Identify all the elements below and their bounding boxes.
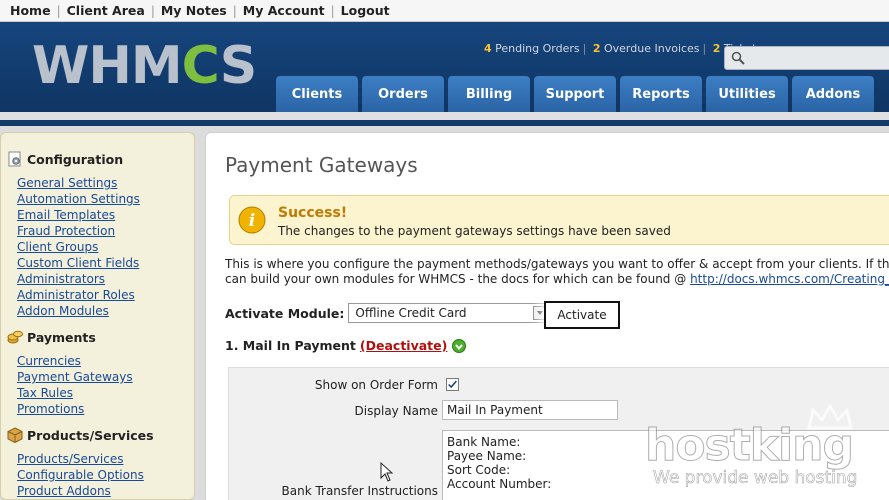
display-name-label: Display Name (354, 404, 438, 418)
activate-button[interactable]: Activate (544, 301, 620, 329)
top-link-bar: Home | Client Area | My Notes | My Account |… (0, 0, 889, 22)
whmcs-logo[interactable]: WHMCS (32, 40, 257, 92)
tab-utilities[interactable]: Utilities (706, 76, 788, 112)
separator: | (56, 3, 61, 18)
search-input[interactable] (724, 46, 889, 70)
success-message: i Success! The changes to the payment ga… (229, 195, 889, 245)
header-stats: 4 Pending Orders | 2 Overdue Invoices | 2 … (484, 42, 756, 55)
mouse-cursor-icon (380, 462, 394, 482)
docs-link[interactable]: http://docs.whmcs.com/Creating_Modules (690, 272, 889, 286)
info-icon: i (238, 206, 266, 234)
module-heading: 1. Mail In Payment (Deactivate) (225, 338, 467, 353)
display-name-field[interactable]: Mail In Payment (442, 400, 618, 420)
module-select-value: Offline Credit Card (355, 306, 467, 320)
tab-clients[interactable]: Clients (276, 76, 358, 112)
sidebar-item-configurable-options[interactable]: Configurable Options (17, 467, 194, 483)
header-strip (0, 112, 889, 120)
sidebar-item-client-groups[interactable]: Client Groups (17, 239, 194, 255)
separator: | (330, 3, 335, 18)
tab-orders[interactable]: Orders (362, 76, 444, 112)
sidebar-item-products-services[interactable]: Products/Services (17, 451, 194, 467)
sidebar-heading: Configuration (7, 151, 194, 167)
top-link-home[interactable]: Home (10, 3, 51, 18)
sidebar-group-configuration: Configuration General Settings Automatio… (7, 151, 194, 319)
sidebar-item-addon-modules[interactable]: Addon Modules (17, 303, 194, 319)
success-text: The changes to the payment gateways sett… (278, 224, 671, 238)
sidebar-group-products: Products/Services Products/Services Conf… (7, 427, 194, 499)
sidebar: Configuration General Settings Automatio… (0, 132, 195, 500)
separator: | (150, 3, 155, 18)
watermark-tagline: We provide web hosting (653, 468, 858, 489)
watermark-brand: hostking (645, 420, 855, 472)
intro-line: This is where you configure the payment … (225, 257, 889, 271)
deactivate-link[interactable]: (Deactivate) (360, 338, 447, 353)
search-icon (731, 51, 745, 65)
logo-tail: S (219, 36, 257, 96)
arrow-down-icon[interactable] (452, 338, 467, 353)
main-nav: Clients Orders Billing Support Reports U… (276, 76, 874, 112)
intro-line: can build your own modules for WHMCS - t… (225, 272, 889, 287)
sidebar-group-payments: Payments Currencies Payment Gateways Tax… (7, 329, 194, 417)
sidebar-item-general-settings[interactable]: General Settings (17, 175, 194, 191)
svg-text:i: i (249, 211, 255, 231)
module-select[interactable]: Offline Credit Card (348, 303, 551, 323)
checkmark-icon (448, 380, 457, 389)
activate-module-label: Activate Module: (225, 305, 345, 321)
sidebar-item-administrator-roles[interactable]: Administrator Roles (17, 287, 194, 303)
sidebar-item-fraud-protection[interactable]: Fraud Protection (17, 223, 194, 239)
logo-cog: C (181, 36, 221, 96)
stat-pending-orders[interactable]: 4 Pending Orders (484, 42, 580, 55)
divider (0, 120, 889, 126)
sidebar-item-product-addons[interactable]: Product Addons (17, 483, 194, 499)
sidebar-item-email-templates[interactable]: Email Templates (17, 207, 194, 223)
box-icon (7, 427, 23, 443)
tab-support[interactable]: Support (534, 76, 616, 112)
logo-text: WHM (32, 36, 183, 96)
top-link-logout[interactable]: Logout (341, 3, 390, 18)
tab-reports[interactable]: Reports (620, 76, 702, 112)
tab-addons[interactable]: Addons (792, 76, 874, 112)
tab-billing[interactable]: Billing (448, 76, 530, 112)
gear-page-icon (8, 151, 21, 167)
separator: | (232, 3, 237, 18)
sidebar-heading: Products/Services (7, 427, 194, 443)
sidebar-item-promotions[interactable]: Promotions (17, 401, 194, 417)
module-title: 1. Mail In Payment (225, 338, 356, 353)
hostking-watermark: hostking We provide web hosting (645, 404, 885, 496)
sidebar-item-currencies[interactable]: Currencies (17, 353, 194, 369)
top-link-client-area[interactable]: Client Area (67, 3, 145, 18)
sidebar-item-payment-gateways[interactable]: Payment Gateways (17, 369, 194, 385)
stat-overdue-invoices[interactable]: 2 Overdue Invoices (593, 42, 700, 55)
sidebar-item-custom-client-fields[interactable]: Custom Client Fields (17, 255, 194, 271)
show-on-order-label: Show on Order Form (314, 378, 438, 392)
sidebar-item-tax-rules[interactable]: Tax Rules (17, 385, 194, 401)
header: WHMCS 4 Pending Orders | 2 Overdue Invoic… (0, 22, 889, 112)
coins-icon (7, 330, 23, 344)
page-title: Payment Gateways (225, 153, 418, 177)
top-link-my-account[interactable]: My Account (243, 3, 325, 18)
sidebar-item-administrators[interactable]: Administrators (17, 271, 194, 287)
show-on-order-checkbox[interactable] (446, 378, 459, 391)
sidebar-item-automation-settings[interactable]: Automation Settings (17, 191, 194, 207)
sidebar-heading: Payments (7, 329, 194, 345)
intro-text: This is where you configure the payment … (225, 257, 889, 287)
top-link-my-notes[interactable]: My Notes (161, 3, 227, 18)
activate-module-row: Activate Module: Offline Credit Card (225, 303, 551, 323)
success-title: Success! (278, 205, 348, 221)
bank-transfer-label: Bank Transfer Instructions (281, 484, 439, 498)
